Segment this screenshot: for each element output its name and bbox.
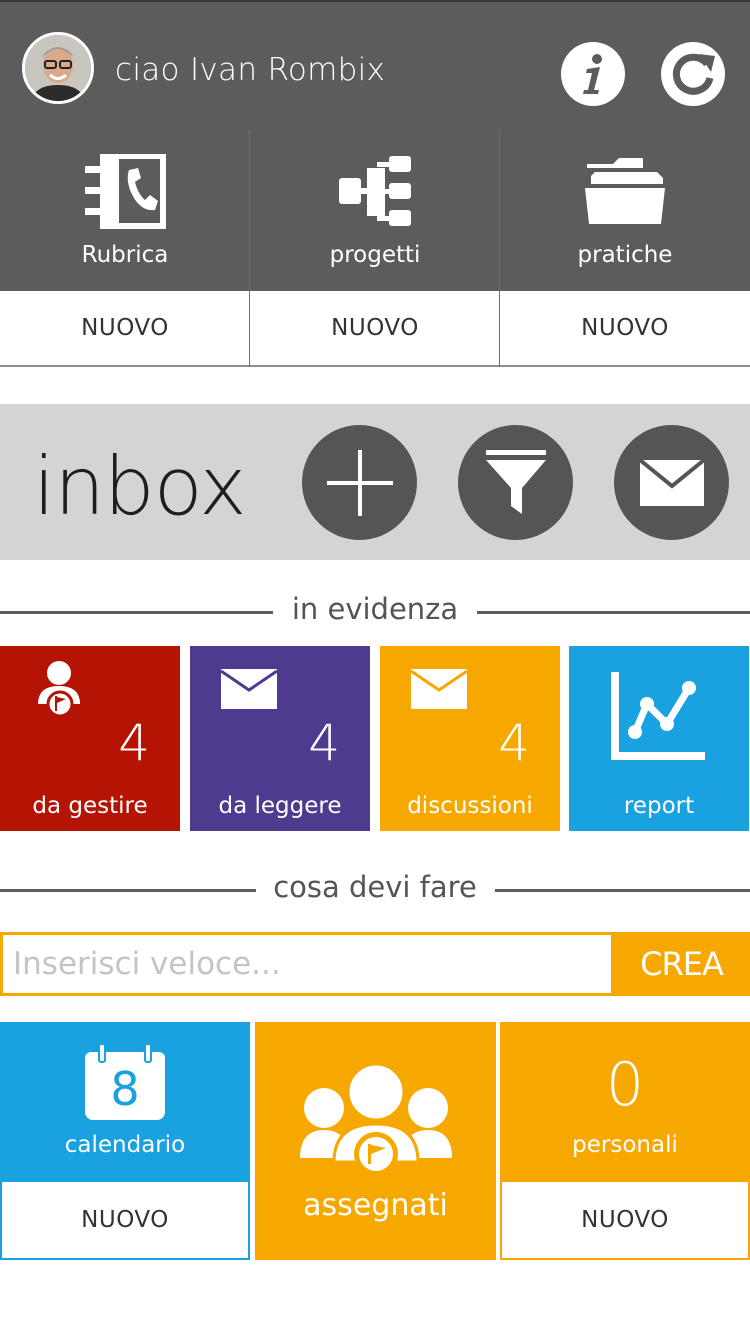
quick-pratiche: pratiche NUOVO bbox=[500, 130, 750, 368]
plus-icon bbox=[326, 449, 393, 516]
add-button[interactable] bbox=[302, 425, 417, 540]
tile-report[interactable]: report bbox=[569, 646, 749, 831]
folder-icon bbox=[585, 158, 665, 224]
group-flag-icon bbox=[300, 1062, 452, 1176]
mail-icon bbox=[638, 457, 705, 506]
da-leggere-count: 4 bbox=[308, 714, 340, 772]
highlight-heading: in evidenza bbox=[0, 592, 750, 632]
discussioni-label: discussioni bbox=[407, 793, 533, 819]
quick-rubrica: Rubrica NUOVO bbox=[0, 130, 250, 368]
user-flag-icon bbox=[38, 661, 80, 718]
personal-button[interactable]: 0 personali bbox=[500, 1022, 750, 1182]
rubrica-label: Rubrica bbox=[81, 242, 169, 268]
refresh-icon bbox=[672, 53, 715, 95]
progetti-new-button[interactable]: NUOVO bbox=[250, 291, 500, 367]
calendar-tile: 8 calendario NUOVO bbox=[0, 1022, 250, 1260]
inbox-bar: inbox bbox=[0, 404, 750, 560]
envelope-icon bbox=[410, 669, 468, 709]
quick-progetti: progetti NUOVO bbox=[250, 130, 500, 368]
greeting-text: ciao Ivan Rombix bbox=[115, 52, 386, 88]
quick-actions: Rubrica NUOVO progetti NUOVO pratiche NU… bbox=[0, 130, 750, 368]
create-button[interactable]: CREA bbox=[613, 932, 750, 996]
personal-tile: 0 personali NUOVO bbox=[500, 1022, 750, 1260]
personal-label: personali bbox=[572, 1132, 678, 1158]
inbox-title[interactable]: inbox bbox=[33, 440, 247, 533]
calendar-new-button[interactable]: NUOVO bbox=[0, 1182, 250, 1260]
filter-button[interactable] bbox=[458, 425, 573, 540]
tile-da-leggere[interactable]: 4 da leggere bbox=[190, 646, 370, 831]
da-leggere-label: da leggere bbox=[218, 793, 342, 819]
app-header: ciao Ivan Rombix bbox=[0, 0, 750, 130]
discussioni-count: 4 bbox=[498, 714, 530, 772]
rubrica-new-button[interactable]: NUOVO bbox=[0, 291, 250, 367]
tile-discussioni[interactable]: 4 discussioni bbox=[380, 646, 560, 831]
pratiche-button[interactable]: pratiche bbox=[500, 130, 750, 291]
assigned-label: assegnati bbox=[303, 1188, 448, 1223]
avatar[interactable] bbox=[22, 32, 94, 104]
quick-insert-bar: CREA bbox=[0, 932, 750, 996]
calendar-label: calendario bbox=[64, 1132, 186, 1158]
hierarchy-icon bbox=[339, 156, 411, 226]
info-icon bbox=[583, 54, 602, 94]
calendar-day: 8 bbox=[110, 1062, 140, 1116]
mail-button[interactable] bbox=[614, 425, 729, 540]
assigned-tile[interactable]: assegnati bbox=[255, 1022, 496, 1260]
calendar-button[interactable]: 8 calendario bbox=[0, 1022, 250, 1182]
pratiche-new-button[interactable]: NUOVO bbox=[500, 291, 750, 367]
todo-heading: cosa devi fare bbox=[0, 870, 750, 910]
address-book-icon bbox=[85, 154, 166, 229]
divider bbox=[495, 889, 750, 892]
divider bbox=[477, 611, 750, 614]
envelope-icon bbox=[220, 669, 278, 709]
tile-da-gestire[interactable]: 4 da gestire bbox=[0, 646, 180, 831]
quick-insert-input[interactable] bbox=[0, 932, 614, 996]
rubrica-button[interactable]: Rubrica bbox=[0, 130, 250, 291]
da-gestire-count: 4 bbox=[118, 714, 150, 772]
personal-count: 0 bbox=[605, 1050, 645, 1120]
user-photo bbox=[25, 35, 91, 101]
highlight-heading-text: in evidenza bbox=[291, 592, 459, 626]
filter-icon bbox=[485, 449, 546, 514]
refresh-button[interactable] bbox=[661, 42, 725, 106]
info-button[interactable] bbox=[561, 42, 625, 106]
da-gestire-label: da gestire bbox=[32, 793, 148, 819]
pratiche-label: pratiche bbox=[577, 242, 673, 268]
todo-heading-text: cosa devi fare bbox=[273, 870, 477, 904]
chart-line-icon bbox=[611, 672, 705, 760]
progetti-label: progetti bbox=[329, 242, 421, 268]
report-label: report bbox=[623, 793, 695, 819]
progetti-button[interactable]: progetti bbox=[250, 130, 500, 291]
personal-new-button[interactable]: NUOVO bbox=[500, 1182, 750, 1260]
